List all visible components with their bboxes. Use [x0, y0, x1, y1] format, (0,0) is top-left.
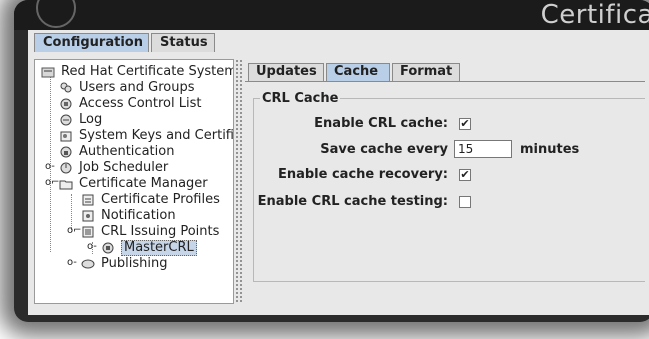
minutes-unit-label: minutes — [520, 142, 580, 157]
checkmark-icon: ✔ — [460, 117, 470, 130]
panel-splitter[interactable] — [235, 59, 243, 304]
auth-icon — [59, 145, 73, 159]
publishing-icon — [81, 257, 95, 271]
enable-crl-cache-testing-label: Enable CRL cache testing: — [257, 194, 448, 209]
notification-icon — [81, 209, 95, 223]
checkmark-icon: ✔ — [460, 168, 470, 181]
tab-updates[interactable]: Updates — [248, 63, 324, 81]
enable-crl-cache-checkbox[interactable]: ✔ — [459, 118, 471, 130]
tab-divider — [245, 81, 645, 82]
enable-crl-cache-label: Enable CRL cache: — [314, 116, 448, 131]
folder-icon — [59, 177, 73, 191]
expand-handle-icon[interactable]: o- — [87, 239, 97, 255]
save-cache-every-label: Save cache every — [320, 142, 448, 157]
title-bar: Certifica — [14, 0, 649, 30]
scheduler-icon — [59, 161, 73, 175]
server-icon — [41, 65, 55, 79]
crl-point-icon — [101, 241, 115, 255]
window-title: Certifica — [540, 0, 649, 30]
users-icon — [59, 81, 73, 95]
profiles-icon — [81, 193, 95, 207]
acl-icon — [59, 97, 73, 111]
group-title: CRL Cache — [260, 91, 341, 106]
tab-status[interactable]: Status — [151, 33, 215, 52]
keys-icon — [59, 129, 73, 143]
collapse-handle-icon[interactable]: o⌐ — [67, 223, 82, 239]
crl-icon — [81, 225, 95, 239]
tab-configuration[interactable]: Configuration — [34, 33, 149, 52]
tab-cache[interactable]: Cache — [326, 63, 390, 81]
app-icon — [36, 0, 76, 28]
save-cache-interval-input[interactable]: 15 — [454, 140, 512, 158]
expand-handle-icon[interactable]: o- — [45, 159, 55, 175]
enable-cache-recovery-label: Enable cache recovery: — [277, 167, 448, 182]
enable-crl-cache-testing-checkbox[interactable] — [459, 196, 471, 208]
enable-cache-recovery-checkbox[interactable]: ✔ — [459, 169, 471, 181]
navigation-tree: Red Hat Certificate System:9 Users and G… — [34, 59, 234, 304]
collapse-handle-icon[interactable]: o⌐ — [45, 175, 60, 191]
tab-format[interactable]: Format — [392, 63, 460, 81]
log-icon — [59, 113, 73, 127]
expand-handle-icon[interactable]: o- — [67, 255, 77, 271]
